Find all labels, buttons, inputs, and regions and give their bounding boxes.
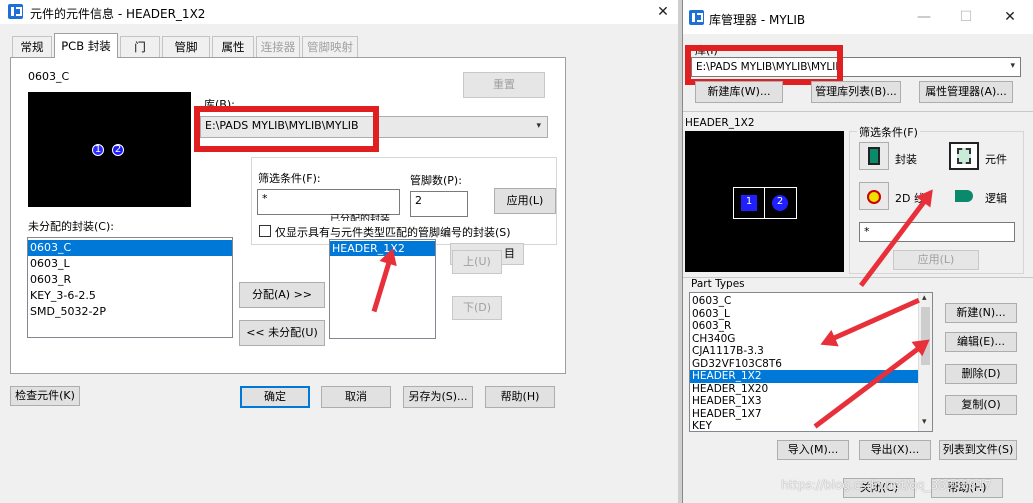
- filter-group-label: 筛选条件(F): [857, 124, 920, 140]
- list-scrollbar[interactable]: ▴ ▾: [918, 293, 932, 431]
- list-item[interactable]: 0603_C: [690, 295, 932, 308]
- 2d-line-icon: [867, 190, 881, 204]
- new-library-button[interactable]: 新建库(W)...: [695, 81, 783, 103]
- list-item[interactable]: KEY_3-6-2.5: [28, 288, 232, 304]
- library-highlight-box: [194, 106, 379, 152]
- part-icon: [957, 148, 971, 164]
- scroll-up-icon[interactable]: ▴: [922, 293, 927, 303]
- window-title: 元件的元件信息 - HEADER_1X2: [30, 7, 206, 21]
- unassigned-decals-list[interactable]: 0603_C 0603_L 0603_R KEY_3-6-2.5 SMD_503…: [27, 237, 233, 338]
- match-pin-checkbox-label[interactable]: 仅显示具有与元件类型匹配的管脚编号的封装(S): [275, 224, 511, 240]
- import-button[interactable]: 导入(M)...: [777, 440, 849, 460]
- assign-button[interactable]: 分配(A) >>: [239, 282, 325, 308]
- copy-part-button[interactable]: 复制(O): [945, 395, 1017, 415]
- logic-filter-label: 逻辑: [985, 192, 1007, 205]
- filter-label: 筛选条件(F):: [258, 172, 321, 185]
- apply-button[interactable]: 应用(L): [893, 250, 979, 270]
- footprint-name: 0603_C: [28, 70, 70, 83]
- export-button[interactable]: 导出(X)...: [859, 440, 931, 460]
- part-filter-button[interactable]: [949, 142, 979, 170]
- filter-input[interactable]: *: [257, 189, 400, 215]
- pad-1: 1: [741, 195, 757, 211]
- move-up-button[interactable]: 上(U): [452, 250, 502, 274]
- apply-button[interactable]: 应用(L): [494, 188, 556, 214]
- unassigned-label: 未分配的封装(C):: [28, 220, 114, 233]
- save-as-button[interactable]: 另存为(S)...: [403, 386, 473, 408]
- list-item[interactable]: HEADER_1X20: [690, 383, 932, 396]
- list-to-file-button[interactable]: 列表到文件(S): [939, 440, 1017, 460]
- chevron-down-icon[interactable]: ▾: [1010, 61, 1015, 71]
- logic-filter-button[interactable]: [949, 182, 979, 210]
- part-preview: 1 2: [685, 131, 844, 272]
- pads-app-icon: [689, 10, 704, 25]
- pin-count-input[interactable]: 2: [410, 191, 468, 217]
- tab-pins[interactable]: 管脚: [162, 36, 210, 58]
- tab-gates[interactable]: 门: [120, 36, 160, 58]
- title-bar[interactable]: 库管理器 - MYLIB — ☐ ✕: [683, 0, 1033, 34]
- chevron-down-icon[interactable]: ▾: [536, 121, 541, 131]
- decal-filter-button[interactable]: [859, 142, 889, 170]
- preview-name: HEADER_1X2: [685, 117, 755, 129]
- library-manager-dialog: 库管理器 - MYLIB — ☐ ✕ 库(I) E:\PADS MYLIB\MY…: [682, 0, 1033, 503]
- ok-button[interactable]: 确定: [240, 386, 310, 408]
- pad-2: 2: [772, 195, 788, 211]
- scroll-down-icon[interactable]: ▾: [922, 417, 927, 427]
- list-item[interactable]: HEADER_1X2: [690, 370, 932, 383]
- check-part-button[interactable]: 检查元件(K): [10, 386, 80, 406]
- attribute-manager-button[interactable]: 属性管理器(A)...: [919, 81, 1013, 103]
- list-item[interactable]: 0603_R: [690, 320, 932, 333]
- pin-count-label: 管脚数(P):: [410, 174, 462, 187]
- maximize-icon[interactable]: ☐: [951, 8, 981, 26]
- list-item[interactable]: HEADER_1X7: [690, 408, 932, 421]
- list-item[interactable]: KEY: [690, 420, 932, 431]
- help-button[interactable]: 帮助(H): [485, 386, 555, 408]
- match-pin-checkbox[interactable]: [259, 225, 271, 237]
- close-icon[interactable]: ✕: [648, 3, 678, 21]
- pad-2: 2: [112, 144, 124, 156]
- decal-icon: [868, 147, 880, 165]
- separator: [683, 111, 1033, 112]
- tab-pin-mapping[interactable]: 管脚映射: [302, 36, 358, 58]
- move-down-button[interactable]: 下(D): [452, 296, 502, 320]
- pad-1: 1: [92, 144, 104, 156]
- list-item[interactable]: CH340G: [690, 333, 932, 346]
- watermark-text: https://blog.csdn.net/qq_38388817: [781, 478, 992, 492]
- new-part-button[interactable]: 新建(N)...: [945, 303, 1017, 323]
- tab-connector[interactable]: 连接器: [256, 36, 300, 58]
- cancel-button[interactable]: 取消: [321, 386, 391, 408]
- close-icon[interactable]: ✕: [995, 8, 1025, 26]
- list-item[interactable]: 0603_R: [28, 272, 232, 288]
- part-info-dialog: 元件的元件信息 - HEADER_1X2 ✕ 常规 PCB 封装 门 管脚 属性…: [0, 0, 678, 503]
- tab-general[interactable]: 常规: [12, 36, 52, 58]
- tab-attributes[interactable]: 属性: [212, 36, 254, 58]
- list-item[interactable]: 0603_C: [28, 240, 232, 256]
- part-types-label: Part Types: [691, 278, 745, 290]
- part-filter-label: 元件: [985, 153, 1007, 166]
- assigned-decals-label: 已分配的封装: [330, 214, 390, 221]
- tab-pcb-decals[interactable]: PCB 封装: [54, 33, 118, 58]
- 2d-line-filter-button[interactable]: [859, 182, 889, 210]
- pads-app-icon: [8, 4, 23, 19]
- list-item[interactable]: 0603_L: [28, 256, 232, 272]
- logic-icon: [955, 190, 973, 202]
- manage-library-list-button[interactable]: 管理库列表(B)...: [811, 81, 901, 103]
- reset-button[interactable]: 重置: [463, 72, 545, 98]
- edit-part-button[interactable]: 编辑(E)...: [945, 332, 1017, 352]
- title-bar[interactable]: 元件的元件信息 - HEADER_1X2 ✕: [0, 0, 678, 24]
- decal-filter-label: 封装: [895, 153, 917, 166]
- decal-preview: 1 2: [28, 92, 191, 207]
- delete-part-button[interactable]: 删除(D): [945, 364, 1017, 384]
- library-highlight-box: [685, 45, 843, 85]
- unassign-button[interactable]: << 未分配(U): [239, 320, 325, 346]
- list-item[interactable]: HEADER_1X3: [690, 395, 932, 408]
- window-title: 库管理器 - MYLIB: [709, 13, 806, 27]
- pad-divider: [764, 187, 765, 219]
- list-item[interactable]: CJA1117B-3.3: [690, 345, 932, 358]
- list-item[interactable]: SMD_5032-2P: [28, 304, 232, 320]
- minimize-icon[interactable]: —: [909, 8, 939, 26]
- filter-input[interactable]: *: [859, 222, 1015, 242]
